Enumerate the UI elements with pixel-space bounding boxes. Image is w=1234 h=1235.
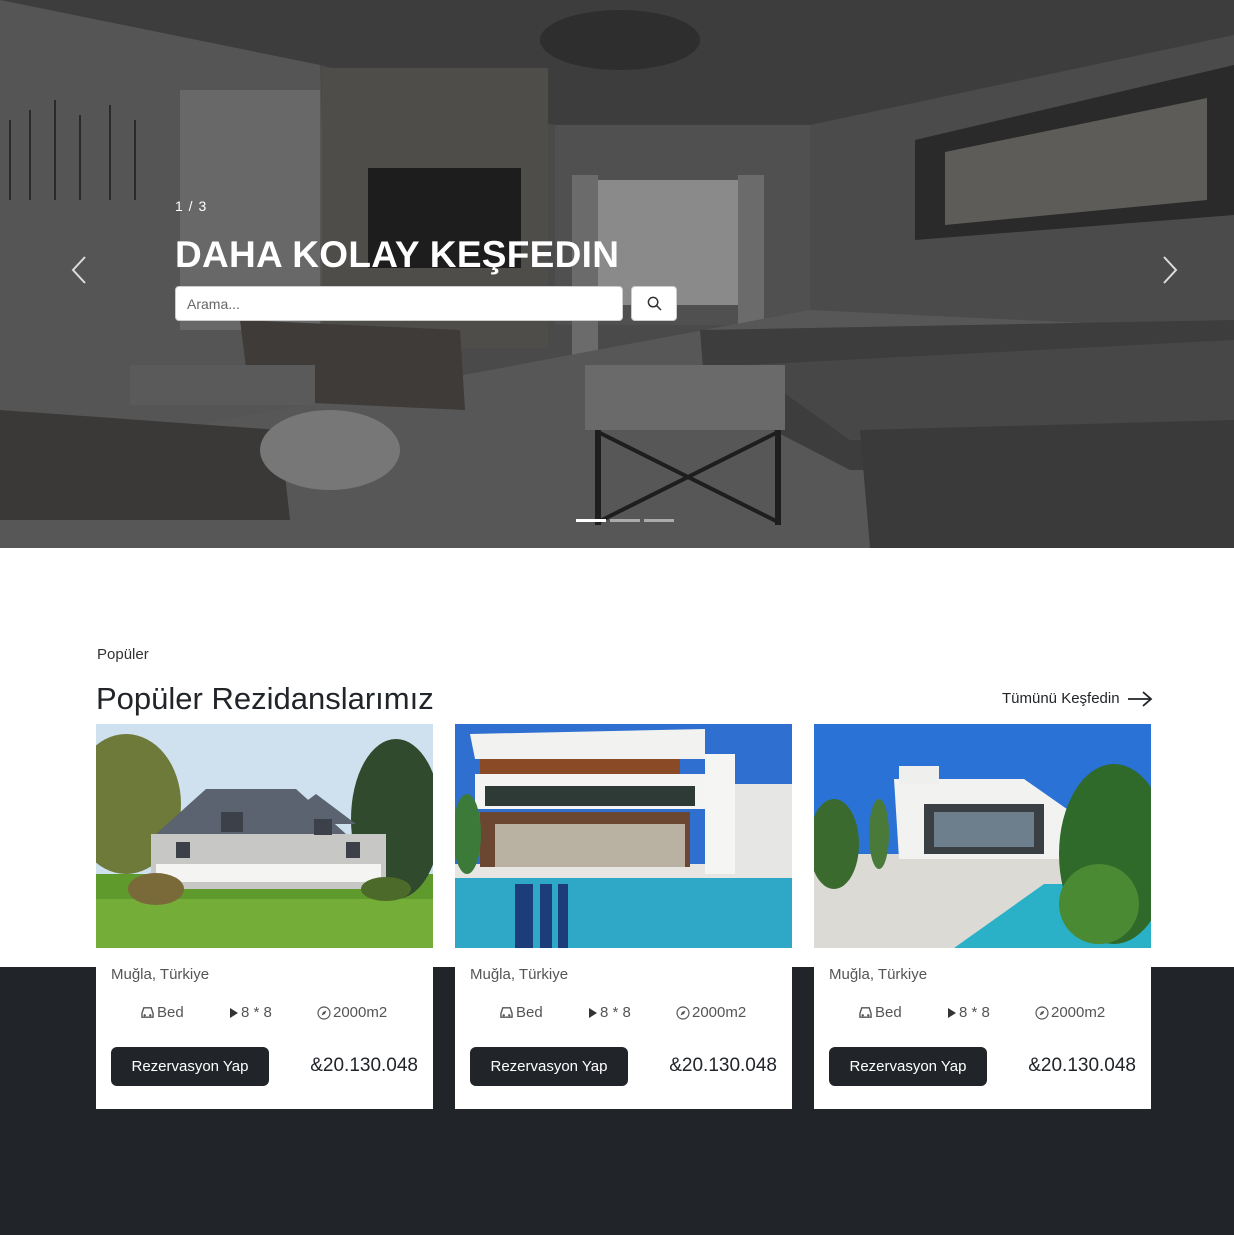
- feature-size: 8 * 8: [229, 1004, 272, 1021]
- car-icon: [859, 1007, 872, 1018]
- hero-carousel: 1 / 3 DAHA KOLAY KEŞFEDIN: [0, 0, 1234, 548]
- search-input[interactable]: [175, 286, 623, 321]
- carousel-indicators: [576, 519, 674, 522]
- carousel-next-button[interactable]: [1157, 254, 1181, 286]
- carousel-prev-button[interactable]: [68, 254, 92, 286]
- see-all-label: Tümünü Keşfedin: [1002, 690, 1120, 707]
- residence-price: &20.130.048: [310, 1055, 418, 1076]
- feature-area-label: 2000m2: [1051, 1004, 1106, 1021]
- residence-price: &20.130.048: [669, 1055, 777, 1076]
- feature-bed: Bed: [499, 1004, 543, 1021]
- residence-price: &20.130.048: [1028, 1055, 1136, 1076]
- feature-bed-label: Bed: [516, 1004, 543, 1021]
- feature-size: 8 * 8: [947, 1004, 990, 1021]
- feature-area: 2000m2: [1035, 1004, 1105, 1021]
- residence-photo: [814, 724, 1151, 948]
- feature-size: 8 * 8: [588, 1004, 631, 1021]
- car-icon: [500, 1007, 513, 1018]
- residence-location: Muğla, Türkiye: [470, 966, 569, 983]
- feature-area: 2000m2: [317, 1004, 387, 1021]
- feature-bed: Bed: [858, 1004, 902, 1021]
- arrow-right-icon: [1127, 690, 1152, 707]
- chevron-left-icon: [71, 256, 86, 284]
- carousel-indicator[interactable]: [576, 519, 606, 522]
- residence-card: Muğla, Türkiye Bed 8 * 8 2000m2 Rezervas…: [814, 724, 1151, 1109]
- carousel-indicator[interactable]: [644, 519, 674, 522]
- feature-area: 2000m2: [676, 1004, 746, 1021]
- carousel-indicator[interactable]: [610, 519, 640, 522]
- section-eyebrow: Popüler: [97, 646, 149, 663]
- play-icon: [230, 1007, 238, 1018]
- residence-card: Muğla, Türkiye Bed 8 * 8 2000m2 Rezervas…: [455, 724, 792, 1109]
- compass-icon: [676, 1005, 690, 1020]
- search-button[interactable]: [631, 286, 677, 321]
- section-title: Popüler Rezidanslarımız: [96, 681, 434, 716]
- reserve-button[interactable]: Rezervasyon Yap: [829, 1047, 987, 1086]
- feature-size-label: 8 * 8: [241, 1004, 272, 1021]
- search-icon: [647, 296, 661, 311]
- play-icon: [589, 1007, 597, 1018]
- feature-bed-label: Bed: [157, 1004, 184, 1021]
- slide-counter: 1 / 3: [175, 198, 208, 214]
- see-all-link[interactable]: Tümünü Keşfedin: [1002, 690, 1153, 707]
- reserve-button[interactable]: Rezervasyon Yap: [111, 1047, 269, 1086]
- feature-bed: Bed: [140, 1004, 184, 1021]
- residence-location: Muğla, Türkiye: [111, 966, 210, 983]
- feature-area-label: 2000m2: [692, 1004, 747, 1021]
- compass-icon: [1035, 1005, 1049, 1020]
- play-icon: [948, 1007, 956, 1018]
- feature-bed-label: Bed: [875, 1004, 902, 1021]
- residence-location: Muğla, Türkiye: [829, 966, 928, 983]
- chevron-right-icon: [1163, 256, 1178, 284]
- residence-photo: [455, 724, 792, 948]
- feature-area-label: 2000m2: [333, 1004, 388, 1021]
- residence-photo: [96, 724, 433, 948]
- reserve-button[interactable]: Rezervasyon Yap: [470, 1047, 628, 1086]
- residence-card: Muğla, Türkiye Bed 8 * 8 2000m2 Rezervas…: [96, 724, 433, 1109]
- compass-icon: [317, 1005, 331, 1020]
- car-icon: [141, 1007, 154, 1018]
- hero-title: DAHA KOLAY KEŞFEDIN: [175, 234, 620, 275]
- feature-size-label: 8 * 8: [959, 1004, 990, 1021]
- feature-size-label: 8 * 8: [600, 1004, 631, 1021]
